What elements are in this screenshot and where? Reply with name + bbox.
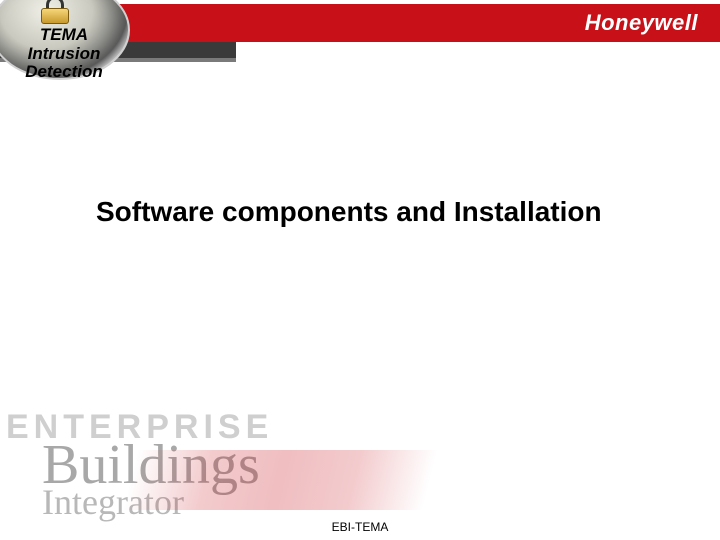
product-line-1: TEMA — [14, 26, 114, 45]
watermark-logo: ENTERPRISE Buildings Integrator — [0, 410, 430, 520]
footer-label: EBI-TEMA — [0, 520, 720, 534]
product-line-2: Intrusion — [14, 45, 114, 64]
lock-icon — [40, 0, 70, 24]
page-title: Software components and Installation — [96, 196, 700, 228]
product-line-3: Detection — [14, 63, 114, 82]
product-name: TEMA Intrusion Detection — [14, 26, 114, 82]
slide: Honeywell TEMA Intrusion Detection Softw… — [0, 0, 720, 540]
brand-logo: Honeywell — [585, 10, 698, 36]
product-emblem: TEMA Intrusion Detection — [0, 0, 160, 100]
